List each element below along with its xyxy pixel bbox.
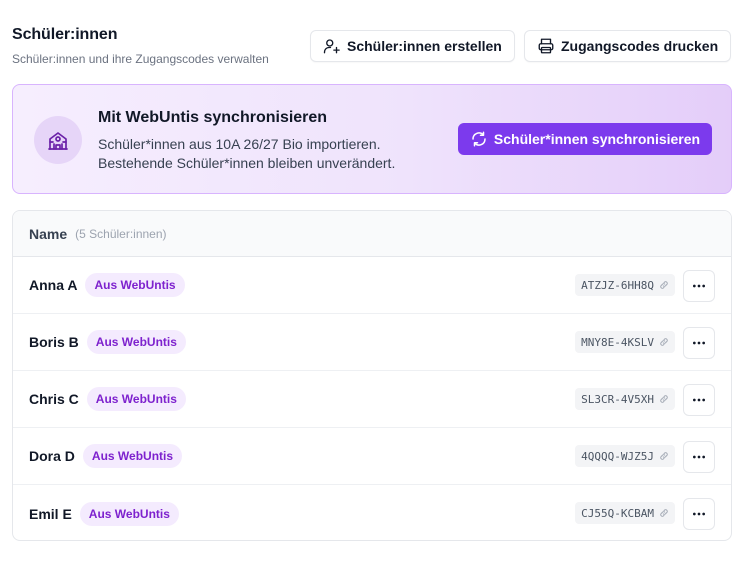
access-code[interactable]: ATZJZ-6HH8Q — [575, 274, 675, 296]
school-icon — [48, 132, 68, 150]
access-code-text: SL3CR-4V5XH — [581, 392, 654, 406]
student-name: Anna A — [29, 277, 78, 293]
access-code[interactable]: 4QQQQ-WJZ5J — [575, 445, 675, 467]
create-students-button[interactable]: Schüler:innen erstellen — [310, 30, 515, 62]
student-name: Dora D — [29, 448, 75, 464]
print-codes-label: Zugangscodes drucken — [561, 38, 719, 54]
student-name: Chris C — [29, 391, 79, 407]
table-row: Chris C Aus WebUntis SL3CR-4V5XH — [13, 371, 731, 428]
source-badge: Aus WebUntis — [85, 273, 185, 297]
more-horizontal-icon — [693, 398, 705, 402]
more-horizontal-icon — [693, 341, 705, 345]
row-actions-button[interactable] — [683, 327, 715, 359]
link-icon — [660, 509, 668, 517]
sync-students-button[interactable]: Schüler*innen synchronisieren — [458, 123, 712, 155]
student-count: (5 Schüler:innen) — [75, 226, 167, 241]
column-name-header[interactable]: Name — [29, 226, 67, 242]
sync-description-line1: Schüler*innen aus 10A 26/27 Bio importie… — [98, 136, 381, 152]
access-code[interactable]: MNY8E-4KSLV — [575, 331, 675, 353]
access-code[interactable]: CJ55Q-KCBAM — [575, 502, 675, 524]
access-code-text: MNY8E-4KSLV — [581, 335, 654, 349]
row-actions-button[interactable] — [683, 270, 715, 302]
table-row: Boris B Aus WebUntis MNY8E-4KSLV — [13, 314, 731, 371]
student-name: Emil E — [29, 505, 72, 522]
printer-icon — [538, 38, 554, 54]
create-students-label: Schüler:innen erstellen — [347, 38, 502, 54]
user-plus-icon — [323, 39, 340, 54]
page-title: Schüler:innen — [12, 26, 118, 43]
access-code-text: 4QQQQ-WJZ5J — [581, 449, 654, 463]
row-actions-button[interactable] — [683, 441, 715, 473]
more-horizontal-icon — [693, 455, 705, 459]
table-header: Name (5 Schüler:innen) — [13, 211, 731, 257]
student-name: Boris B — [29, 334, 79, 350]
more-horizontal-icon — [693, 284, 705, 288]
students-table: Name (5 Schüler:innen) Anna A Aus WebUnt… — [12, 210, 732, 541]
page-subtitle: Schüler:innen und ihre Zugangscodes verw… — [12, 52, 269, 66]
table-row: Anna A Aus WebUntis ATZJZ-6HH8Q — [13, 257, 731, 314]
table-row: Emil E Aus WebUntis CJ55Q-KCBAM — [13, 485, 731, 540]
link-icon — [660, 281, 668, 289]
sync-description: Schüler*innen aus 10A 26/27 Bio importie… — [98, 135, 395, 173]
webuntis-sync-card: Mit WebUntis synchronisieren Schüler*inn… — [12, 84, 732, 194]
source-badge: Aus WebUntis — [82, 444, 183, 468]
access-code-text: CJ55Q-KCBAM — [581, 506, 654, 520]
row-actions-button[interactable] — [683, 498, 715, 530]
link-icon — [660, 338, 668, 346]
source-badge: Aus WebUntis — [86, 387, 186, 411]
school-icon-badge — [34, 116, 82, 164]
table-row: Dora D Aus WebUntis 4QQQQ-WJZ5J — [13, 428, 731, 485]
access-code[interactable]: SL3CR-4V5XH — [575, 388, 675, 410]
sync-description-line2: Bestehende Schüler*innen bleiben unverän… — [98, 155, 396, 171]
row-actions-button[interactable] — [683, 384, 715, 416]
more-horizontal-icon — [693, 512, 705, 516]
access-code-text: ATZJZ-6HH8Q — [581, 278, 654, 292]
refresh-icon — [472, 131, 486, 147]
sync-students-label: Schüler*innen synchronisieren — [493, 131, 701, 147]
source-badge: Aus WebUntis — [79, 501, 179, 526]
sync-title: Mit WebUntis synchronisieren — [98, 109, 328, 126]
page-header: Schüler:innen Schüler:innen und ihre Zug… — [12, 26, 269, 66]
link-icon — [660, 395, 668, 403]
print-codes-button[interactable]: Zugangscodes drucken — [524, 30, 732, 62]
source-badge: Aus WebUntis — [86, 330, 186, 354]
link-icon — [660, 452, 668, 460]
